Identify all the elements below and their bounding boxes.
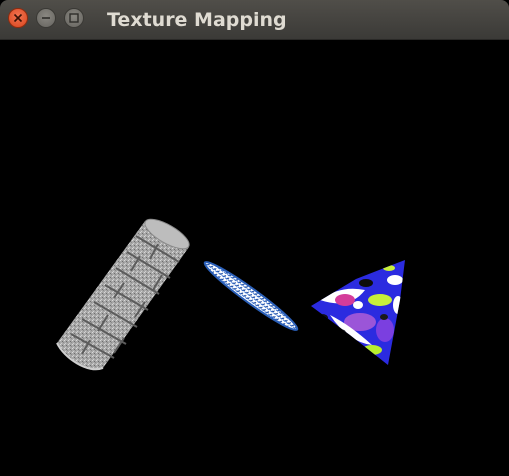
window-title: Texture Mapping: [107, 9, 287, 31]
stone-cylinder: [56, 218, 190, 371]
render-canvas: [0, 40, 509, 476]
app-window: Texture Mapping: [0, 0, 509, 476]
minimize-button[interactable]: [36, 8, 56, 28]
maximize-button[interactable]: [64, 8, 84, 28]
floral-cone: [311, 260, 405, 365]
title-bar[interactable]: Texture Mapping: [0, 0, 509, 40]
close-icon: [13, 13, 23, 23]
close-button[interactable]: [8, 8, 28, 28]
speckled-disk: [203, 261, 299, 331]
maximize-icon: [69, 13, 79, 23]
minimize-icon: [42, 17, 50, 19]
